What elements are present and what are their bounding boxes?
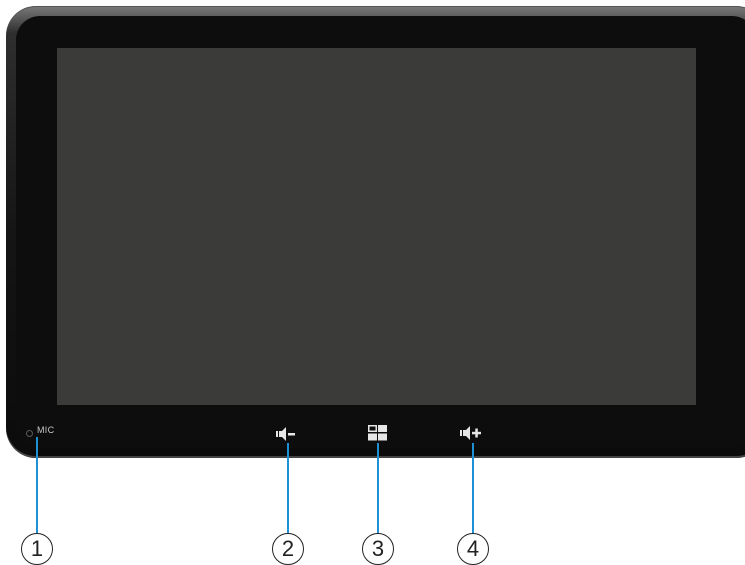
- volume-up-button[interactable]: [460, 425, 484, 441]
- mic-label: MIC: [37, 425, 55, 435]
- home-button[interactable]: [368, 425, 388, 441]
- callout-4: 4: [457, 533, 489, 565]
- home-grid-icon: [368, 425, 387, 441]
- volume-up-icon: [460, 426, 481, 440]
- volume-down-icon: [276, 427, 295, 441]
- leader-line-mic: [36, 437, 38, 535]
- microphone-icon: [26, 430, 33, 437]
- leader-line-home: [377, 443, 379, 535]
- leader-line-volume-down: [287, 443, 289, 535]
- display-screen: [57, 48, 696, 405]
- callout-2: 2: [272, 533, 304, 565]
- callout-1: 1: [21, 533, 53, 565]
- volume-down-button[interactable]: [276, 427, 298, 441]
- callout-3: 3: [362, 533, 394, 565]
- leader-line-volume-up: [472, 443, 474, 535]
